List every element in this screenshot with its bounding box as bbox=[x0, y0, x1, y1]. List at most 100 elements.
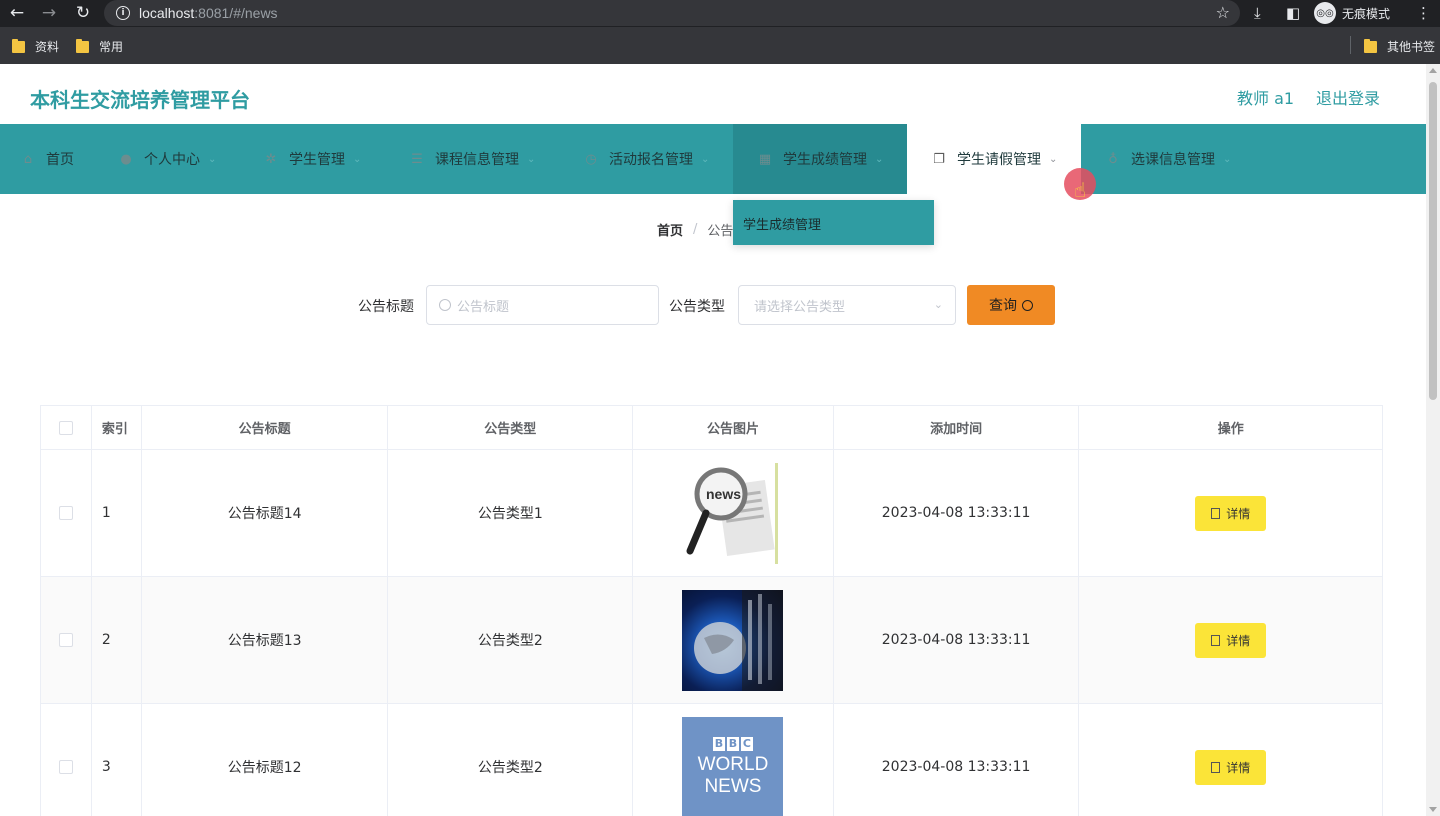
download-icon[interactable]: ⤓ bbox=[1254, 4, 1261, 22]
nav-student-grades[interactable]: ▦ 学生成绩管理 ⌄ bbox=[733, 124, 907, 194]
folder-icon bbox=[1364, 38, 1377, 53]
chevron-down-icon: ⌄ bbox=[933, 298, 943, 311]
row-time: 2023-04-08 13:33:11 bbox=[834, 577, 1080, 703]
back-arrow-icon[interactable]: ← bbox=[6, 2, 28, 24]
search-icon bbox=[1022, 299, 1033, 311]
chevron-down-icon: ⌄ bbox=[208, 153, 217, 165]
document-icon bbox=[1211, 634, 1221, 646]
sidepanel-icon[interactable]: ◧ bbox=[1286, 4, 1300, 22]
bookmark-folder-1[interactable]: 资料 bbox=[12, 38, 59, 55]
row-checkbox[interactable] bbox=[58, 506, 73, 520]
nav-student-management[interactable]: ✲ 学生管理 ⌄ bbox=[263, 124, 362, 194]
logout-link[interactable]: 退出登录 bbox=[1316, 85, 1380, 109]
copy-icon: ❐ bbox=[933, 151, 945, 167]
search-icon bbox=[439, 299, 451, 311]
breadcrumb-current: 公告 bbox=[707, 224, 734, 239]
header-checkbox-cell bbox=[41, 406, 92, 449]
breadcrumb-home[interactable]: 首页 bbox=[657, 220, 683, 239]
row-title: 公告标题13 bbox=[142, 577, 389, 703]
header-index: 索引 bbox=[92, 406, 142, 449]
document-icon bbox=[1211, 761, 1221, 773]
detail-button[interactable]: 详情 bbox=[1195, 495, 1267, 531]
user-icon: ● bbox=[120, 151, 132, 167]
title-search-input[interactable]: 公告标题 bbox=[426, 285, 659, 325]
globe-image bbox=[682, 589, 784, 691]
bbc-logo: BBC bbox=[712, 736, 753, 751]
row-index: 3 bbox=[92, 704, 142, 816]
site-info-icon[interactable]: i bbox=[116, 6, 130, 20]
nav-activity-signup[interactable]: ◷ 活动报名管理 ⌄ bbox=[583, 124, 709, 194]
chevron-down-icon: ⌄ bbox=[527, 153, 536, 165]
header-image: 公告图片 bbox=[633, 406, 834, 449]
detail-button[interactable]: 详情 bbox=[1195, 622, 1267, 658]
home-icon: ⌂ bbox=[23, 151, 33, 167]
row-type: 公告类型1 bbox=[388, 450, 634, 576]
row-checkbox-cell bbox=[41, 450, 92, 576]
breadcrumb: 首页 / 公告 bbox=[657, 220, 733, 239]
document-icon bbox=[1211, 507, 1221, 519]
row-title: 公告标题12 bbox=[142, 704, 389, 816]
site-title: 本科生交流培养管理平台 bbox=[30, 88, 250, 112]
search-form: 公告标题 公告标题 公告类型 请选择公告类型 ⌄ 查询 bbox=[0, 285, 1426, 325]
table-row: 3 公告标题12 公告类型2 BBC WORLD NEWS 2023-04-08… bbox=[41, 704, 1382, 816]
table-header-row: 索引 公告标题 公告类型 公告图片 添加时间 操作 bbox=[41, 406, 1382, 450]
page-scrollbar[interactable] bbox=[1426, 64, 1440, 816]
nav-course-info[interactable]: ☰ 课程信息管理 ⌄ bbox=[409, 124, 535, 194]
nav-home[interactable]: ⌂ 首页 bbox=[20, 124, 74, 194]
site-header: 本科生交流培养管理平台 教师 a1 退出登录 bbox=[0, 64, 1426, 124]
row-index: 1 bbox=[92, 450, 142, 576]
detail-button[interactable]: 详情 bbox=[1195, 749, 1267, 785]
row-type: 公告类型2 bbox=[388, 577, 634, 703]
grades-dropdown-menu: 学生成绩管理 bbox=[733, 200, 934, 245]
reload-icon[interactable]: ↻ bbox=[72, 2, 94, 24]
chevron-down-icon: ⌄ bbox=[1049, 153, 1058, 165]
clock-icon: ◷ bbox=[585, 151, 597, 167]
header-time: 添加时间 bbox=[834, 406, 1080, 449]
current-user[interactable]: 教师 a1 bbox=[1237, 85, 1294, 109]
row-checkbox-cell bbox=[41, 577, 92, 703]
scroll-down-icon[interactable] bbox=[1429, 807, 1437, 812]
bbc-world-news-image: BBC WORLD NEWS bbox=[682, 716, 784, 816]
row-checkbox-cell bbox=[41, 704, 92, 816]
folder-icon bbox=[76, 38, 89, 53]
title-label: 公告标题 bbox=[358, 299, 414, 315]
chevron-down-icon: ⌄ bbox=[353, 153, 362, 165]
row-actions: 详情 bbox=[1079, 704, 1382, 816]
chevron-down-icon: ⌄ bbox=[875, 153, 884, 165]
nav-course-selection[interactable]: ♁ 选课信息管理 ⌄ bbox=[1105, 124, 1231, 194]
table-row: 1 公告标题14 公告类型1 news 2023-04-08 13:33:11 … bbox=[41, 450, 1382, 577]
row-checkbox[interactable] bbox=[58, 633, 73, 647]
incognito-icon: ◎◎ bbox=[1314, 2, 1336, 24]
url-text[interactable]: localhost:8081/#/news bbox=[139, 5, 278, 21]
type-select[interactable]: 请选择公告类型 ⌄ bbox=[738, 285, 956, 325]
header-title: 公告标题 bbox=[142, 406, 389, 449]
row-actions: 详情 bbox=[1079, 450, 1382, 576]
dropdown-item-grades[interactable]: 学生成绩管理 bbox=[743, 214, 821, 233]
chevron-down-icon: ⌄ bbox=[1223, 153, 1232, 165]
row-image-cell: BBC WORLD NEWS bbox=[633, 704, 834, 816]
scroll-up-icon[interactable] bbox=[1429, 68, 1437, 73]
bookmark-separator bbox=[1350, 36, 1351, 54]
row-title: 公告标题14 bbox=[142, 450, 389, 576]
nav-personal-center[interactable]: ● 个人中心 ⌄ bbox=[118, 124, 216, 194]
scrollbar-thumb[interactable] bbox=[1429, 82, 1437, 400]
bookmark-star-icon[interactable]: ☆ bbox=[1216, 3, 1230, 22]
mic-icon: ♁ bbox=[1108, 151, 1118, 167]
query-button[interactable]: 查询 bbox=[967, 285, 1055, 325]
nav-student-leave[interactable]: ❐ 学生请假管理 ⌄ bbox=[907, 124, 1081, 194]
incognito-indicator[interactable]: ◎◎ 无痕模式 bbox=[1314, 2, 1390, 24]
row-image-cell: news bbox=[633, 450, 834, 576]
forward-arrow-icon[interactable]: → bbox=[38, 2, 60, 24]
row-type: 公告类型2 bbox=[388, 704, 634, 816]
row-checkbox[interactable] bbox=[58, 760, 73, 774]
table-row: 2 公告标题13 公告类型2 2023-04-08 13:33:11 详情 bbox=[41, 577, 1382, 704]
select-all-checkbox[interactable] bbox=[58, 420, 73, 435]
news-magnifier-image: news bbox=[682, 462, 784, 564]
folder-icon bbox=[12, 38, 25, 53]
bookmark-folder-2[interactable]: 常用 bbox=[76, 38, 123, 55]
menu-dots-icon[interactable]: ⋮ bbox=[1416, 4, 1431, 22]
row-time: 2023-04-08 13:33:11 bbox=[834, 450, 1080, 576]
address-bar[interactable]: i localhost:8081/#/news ☆ bbox=[104, 0, 1240, 26]
grid-icon: ▦ bbox=[758, 151, 772, 167]
other-bookmarks[interactable]: 其他书签 bbox=[1364, 38, 1435, 55]
